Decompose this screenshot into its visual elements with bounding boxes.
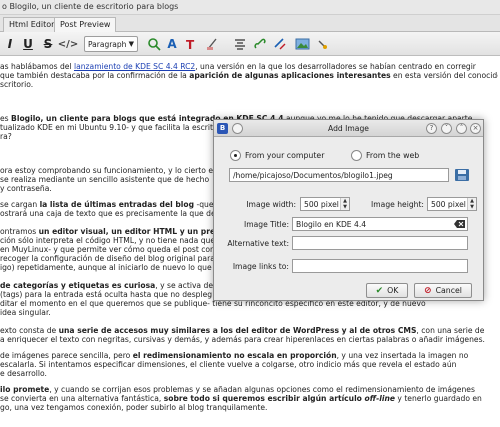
width-spinbox[interactable]: 500 pixel ▲ ▼ — [300, 197, 350, 211]
height-spinbox[interactable]: 500 pixel ▲ ▼ — [427, 197, 477, 211]
ok-button[interactable]: ✔ OK — [366, 283, 408, 298]
article-line: e desarrollo. — [0, 369, 47, 378]
align-center-icon[interactable] — [232, 36, 248, 52]
height-value: 500 pixel — [431, 200, 466, 209]
insert-link-icon[interactable] — [252, 36, 268, 52]
alt-text-input[interactable] — [292, 236, 468, 250]
source-computer-option[interactable]: From your computer — [230, 149, 324, 161]
article-line: scritorio. — [0, 80, 34, 89]
cancel-icon: ⊘ — [424, 285, 432, 296]
window-title-bar: o Blogilo, un cliente de escritorio para… — [0, 0, 500, 15]
insert-image-icon[interactable] — [294, 36, 310, 52]
close-icon[interactable]: × — [470, 123, 481, 134]
open-file-icon[interactable] — [454, 167, 470, 183]
code-icon[interactable]: </> — [58, 36, 78, 52]
source-web-option[interactable]: From the web — [351, 149, 419, 161]
window-title: o Blogilo, un cliente de escritorio para… — [2, 2, 179, 11]
help-icon[interactable]: ? — [426, 123, 437, 134]
height-label: Image height: — [371, 200, 424, 209]
spellcheck-icon[interactable] — [146, 36, 162, 52]
italic-icon[interactable]: I — [2, 36, 18, 52]
spin-arrows-icon[interactable]: ▲ ▼ — [467, 198, 476, 210]
paragraph-style-value: Paragraph — [88, 40, 127, 49]
text-format-icon[interactable]: T — [184, 36, 200, 52]
tab-html-editor[interactable]: Html Editor — [3, 17, 61, 32]
formatting-toolbar: I U S </> Paragraph ▼ A T — [0, 32, 500, 56]
links-to-label: Image links to: — [232, 262, 289, 271]
links-to-input[interactable] — [292, 259, 468, 273]
maximize-icon[interactable]: ˄ — [456, 123, 467, 134]
source-computer-radio[interactable] — [230, 149, 241, 161]
underline-icon[interactable]: U — [20, 36, 36, 52]
article-line: a enriquecer el texto con negritas, curs… — [0, 335, 485, 344]
check-icon: ✔ — [375, 285, 384, 296]
tab-post-preview[interactable]: Post Preview — [54, 17, 117, 32]
font-color-icon[interactable]: A — [164, 36, 180, 52]
spin-arrows-icon[interactable]: ▲ ▼ — [340, 198, 349, 210]
article-line: go, una vez tengamos conexión, poder sub… — [0, 403, 268, 412]
clear-format-icon[interactable] — [204, 36, 220, 52]
paragraph-style-select[interactable]: Paragraph ▼ — [84, 36, 138, 52]
image-title-value: Blogilo en KDE 4.4 — [296, 220, 367, 229]
image-path-input[interactable]: /home/picajoso/Documentos/blogilo1.jpeg — [229, 168, 449, 182]
editor-tabs: Html Editor Post Preview — [0, 15, 500, 32]
cancel-label: Cancel — [435, 286, 462, 295]
attach-icon[interactable] — [314, 36, 330, 52]
cancel-button[interactable]: ⊘ Cancel — [414, 283, 472, 298]
source-web-radio[interactable] — [351, 149, 362, 161]
clear-text-icon[interactable] — [454, 220, 465, 228]
svg-text:T: T — [186, 38, 195, 51]
width-value: 500 pixel — [304, 200, 339, 209]
alt-text-label: Alternative text: — [227, 239, 289, 248]
source-computer-label: From your computer — [245, 150, 325, 160]
minimize-icon[interactable]: ˅ — [441, 123, 452, 134]
image-title-input[interactable]: Blogilo en KDE 4.4 — [292, 217, 468, 231]
kde-rc2-link[interactable]: lanzamiento de KDE SC 4.4 RC2 — [74, 62, 195, 71]
source-web-label: From the web — [366, 150, 420, 160]
add-image-dialog: B Add Image ? ˅ ˄ × From your computer F… — [213, 119, 484, 301]
remove-link-icon[interactable] — [272, 36, 288, 52]
strikethrough-icon[interactable]: S — [40, 36, 56, 52]
width-label: Image width: — [246, 200, 296, 209]
title-label: Image Title: — [243, 220, 289, 229]
dialog-title-bar[interactable]: B Add Image ? ˅ ˄ × — [214, 120, 483, 137]
article-line: idea singular. — [0, 308, 51, 317]
ok-label: OK — [387, 286, 399, 295]
chevron-down-icon: ▼ — [128, 40, 134, 48]
